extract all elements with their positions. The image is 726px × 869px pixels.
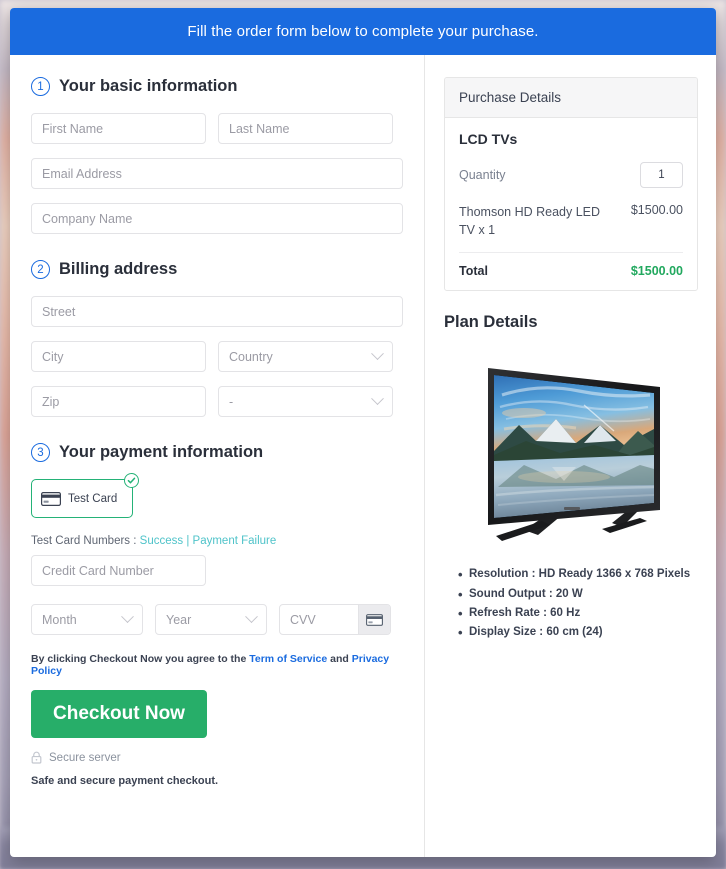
purchase-details-title: Purchase Details	[445, 78, 697, 118]
line-item-description: Thomson HD Ready LED TV x 1	[459, 205, 601, 238]
company-name-input[interactable]: Company Name	[31, 203, 403, 234]
quantity-row: Quantity 1	[459, 162, 683, 188]
order-form-column: 1 Your basic information First Name Last…	[10, 55, 425, 857]
line-item-row: Thomson HD Ready LED TV x 1 $1500.00	[459, 203, 683, 254]
last-name-input[interactable]: Last Name	[218, 113, 393, 144]
step-number-1: 1	[31, 77, 50, 96]
test-card-numbers-hint: Test Card Numbers : Success | Payment Fa…	[31, 535, 403, 547]
success-test-card-link[interactable]: Success	[140, 535, 183, 547]
country-select[interactable]: Country	[218, 341, 393, 372]
name-row: First Name Last Name	[31, 113, 403, 144]
email-input[interactable]: Email Address	[31, 158, 403, 189]
summary-column: Purchase Details LCD TVs Quantity 1 Thom…	[425, 55, 716, 857]
link-separator: |	[186, 535, 190, 547]
section-title-billing-address: Billing address	[59, 260, 178, 278]
cvv-help-button[interactable]	[358, 605, 390, 634]
plan-details-title: Plan Details	[444, 313, 538, 332]
total-row: Total $1500.00	[459, 264, 683, 278]
cvv-input[interactable]: CVV	[280, 605, 358, 634]
company-row: Company Name	[31, 203, 403, 234]
test-card-option[interactable]: Test Card	[31, 473, 139, 518]
section-header-basic-information: 1 Your basic information	[31, 77, 403, 96]
list-item: Refresh Rate : 60 Hz	[458, 604, 698, 624]
quantity-label: Quantity	[459, 168, 506, 182]
country-select-value: Country	[229, 349, 273, 364]
expiry-year-select[interactable]: Year	[155, 604, 267, 635]
quantity-input[interactable]: 1	[640, 162, 683, 188]
credit-card-number-input[interactable]: Credit Card Number	[31, 555, 206, 586]
expiry-year-value: Year	[166, 612, 192, 627]
section-header-payment-information: 3 Your payment information	[31, 443, 403, 462]
cvv-field-group: CVV	[279, 604, 391, 635]
product-image	[444, 350, 698, 550]
step-number-2: 2	[31, 260, 50, 279]
terms-prefix: By clicking Checkout Now you agree to th…	[31, 653, 247, 665]
lock-icon	[31, 751, 42, 764]
expiry-cvv-row: Month Year CVV	[31, 604, 403, 635]
street-row: Street	[31, 296, 403, 327]
city-input[interactable]: City	[31, 341, 206, 372]
email-row: Email Address	[31, 158, 403, 189]
list-item: Sound Output : 20 W	[458, 584, 698, 604]
safe-checkout-note: Safe and secure payment checkout.	[31, 775, 219, 787]
list-item: Display Size : 60 cm (24)	[458, 623, 698, 643]
credit-card-icon	[366, 613, 383, 626]
state-select-value: -	[229, 394, 234, 409]
selected-check-icon	[124, 473, 139, 488]
city-country-row: City Country	[31, 341, 403, 372]
section-header-billing-address: 2 Billing address	[31, 260, 403, 279]
section-title-payment-information: Your payment information	[59, 443, 264, 461]
zip-input[interactable]: Zip	[31, 386, 206, 417]
purchase-details-card: Purchase Details LCD TVs Quantity 1 Thom…	[444, 77, 698, 292]
expiry-month-select[interactable]: Month	[31, 604, 143, 635]
lcd-tv-illustration	[487, 368, 660, 542]
terms-of-service-link[interactable]: Term of Service	[249, 653, 327, 665]
banner: Fill the order form below to complete yo…	[10, 8, 716, 55]
card-number-row: Credit Card Number	[31, 555, 403, 586]
chevron-down-icon	[371, 392, 384, 406]
test-card-numbers-prefix: Test Card Numbers :	[31, 535, 137, 547]
checkout-now-button[interactable]: Checkout Now	[31, 690, 207, 738]
terms-disclaimer: By clicking Checkout Now you agree to th…	[31, 653, 403, 677]
terms-conjunction: and	[330, 653, 349, 665]
chevron-down-icon	[245, 610, 258, 624]
zip-state-row: Zip -	[31, 386, 403, 417]
secure-server-label: Secure server	[49, 751, 121, 764]
list-item: Resolution : HD Ready 1366 x 768 Pixels	[458, 565, 698, 585]
payment-failure-test-card-link[interactable]: Payment Failure	[193, 535, 277, 547]
expiry-month-value: Month	[42, 612, 77, 627]
chevron-down-icon	[121, 610, 134, 624]
first-name-input[interactable]: First Name	[31, 113, 206, 144]
spec-list: Resolution : HD Ready 1366 x 768 Pixels …	[444, 565, 698, 643]
credit-card-icon	[41, 491, 61, 506]
line-item-amount: $1500.00	[630, 203, 683, 217]
product-name: LCD TVs	[459, 131, 518, 147]
step-number-3: 3	[31, 443, 50, 462]
checkout-modal: Fill the order form below to complete yo…	[10, 8, 716, 857]
modal-body: 1 Your basic information First Name Last…	[10, 55, 716, 857]
chevron-down-icon	[371, 347, 384, 361]
purchase-details-body: LCD TVs Quantity 1 Thomson HD Ready LED …	[445, 118, 697, 290]
total-label: Total	[459, 264, 488, 279]
section-title-basic-information: Your basic information	[59, 77, 238, 95]
test-card-label: Test Card	[68, 492, 118, 505]
street-input[interactable]: Street	[31, 296, 403, 327]
total-amount: $1500.00	[630, 264, 683, 279]
state-select[interactable]: -	[218, 386, 393, 417]
secure-server-note: Secure server	[31, 751, 403, 764]
